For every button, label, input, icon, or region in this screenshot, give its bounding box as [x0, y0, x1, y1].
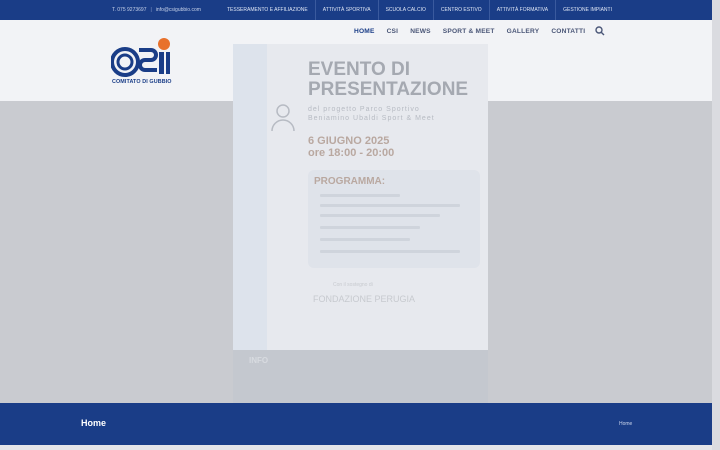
program-title: PROGRAMMA: [314, 176, 386, 187]
poster-side-strip [233, 44, 267, 350]
program-line [320, 250, 460, 253]
poster-title-text: EVENTO DI PRESENTAZIONE [308, 59, 469, 100]
nav-contatti[interactable]: CONTATTI [545, 28, 591, 35]
nav-csi[interactable]: CSI [381, 28, 405, 35]
poster-info-section: INFO [233, 350, 488, 404]
topnav-attivita-sportiva[interactable]: ATTIVITÀ SPORTIVA [314, 0, 378, 20]
program-line [320, 204, 460, 207]
top-nav: TESSERAMENTO E AFFILIAZIONE ATTIVITÀ SPO… [220, 0, 619, 20]
program-box: PROGRAMMA: [308, 170, 480, 268]
search-icon[interactable] [595, 26, 605, 36]
logo-text: COMITATO DI GUBBIO [112, 79, 172, 85]
program-line [320, 214, 440, 217]
breadcrumb[interactable]: Home [619, 421, 632, 427]
foundation-name: FONDAZIONE PERUGIA [313, 294, 416, 304]
topnav-attivita-formativa[interactable]: ATTIVITÀ FORMATIVA [488, 0, 555, 20]
topnav-scuola-calcio[interactable]: SCUOLA CALCIO [377, 0, 433, 20]
info-title: INFO [249, 356, 269, 365]
collab-text: Con il sostegno di [333, 282, 373, 288]
poster-date: 6 GIUGNO 2025 ore 18:00 - 20:00 [308, 135, 395, 159]
poster-subtitle: del progetto Parco Sportivo Beniamino Uba… [308, 106, 435, 122]
nav-news[interactable]: NEWS [404, 28, 437, 35]
page-title-bar: Home Home [0, 403, 712, 445]
main-nav: HOME CSI NEWS SPORT & MEET GALLERY CONTA… [348, 20, 605, 42]
topnav-gestione-impianti[interactable]: GESTIONE IMPIANTI [555, 0, 619, 20]
program-line [320, 194, 400, 197]
program-line [320, 226, 420, 229]
event-poster[interactable]: EVENTO DI PRESENTAZIONE del progetto Parc… [233, 44, 488, 404]
topnav-tesseramento[interactable]: TESSERAMENTO E AFFILIAZIONE [220, 0, 315, 20]
bottom-strip [0, 445, 712, 450]
person-icon [271, 104, 295, 132]
contact-info: T. 075 9273697 | info@csigubbio.com [112, 0, 201, 20]
email-link[interactable]: info@csigubbio.com [156, 7, 201, 13]
separator: | [150, 7, 152, 13]
nav-home[interactable]: HOME [348, 28, 381, 35]
topnav-centro-estivo[interactable]: CENTRO ESTIVO [432, 0, 489, 20]
nav-sport-meet[interactable]: SPORT & MEET [437, 28, 501, 35]
nav-gallery[interactable]: GALLERY [501, 28, 546, 35]
program-line [320, 238, 410, 241]
top-bar: T. 075 9273697 | info@csigubbio.com TESS… [0, 0, 712, 20]
page-title: Home [81, 418, 107, 428]
phone-link[interactable]: T. 075 9273697 [112, 7, 146, 13]
scrollbar[interactable] [712, 0, 720, 450]
